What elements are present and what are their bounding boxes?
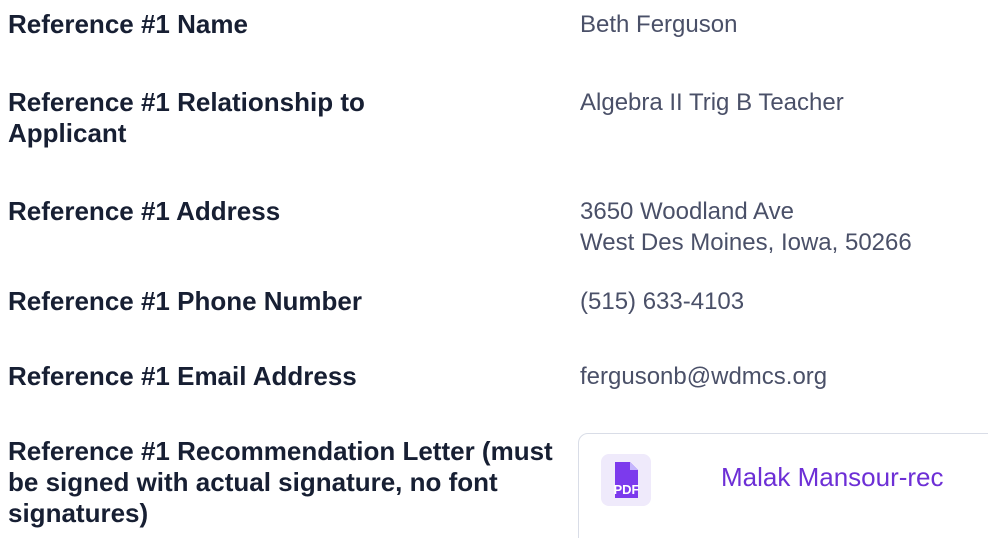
address-line-1: 3650 Woodland Ave <box>580 198 794 225</box>
field-value: (515) 633-4103 <box>580 288 745 315</box>
field-label: Reference #1 Recommendation Letter (must… <box>8 436 553 528</box>
field-value: 3650 Woodland Ave West Des Moines, Iowa,… <box>580 196 912 258</box>
field-label: Reference #1 Name <box>8 9 248 39</box>
field-label: Reference #1 Phone Number <box>8 286 363 316</box>
address-line-2: West Des Moines, Iowa, 50266 <box>580 229 912 256</box>
field-label: Reference #1 Address <box>8 196 281 226</box>
field-value: Beth Ferguson <box>580 11 738 38</box>
pdf-label: PDF <box>614 482 640 497</box>
attachment-file-name[interactable]: Malak Mansour-rec <box>721 462 944 493</box>
field-value: fergusonb@wdmcs.org <box>580 363 828 390</box>
pdf-file-icon-svg: PDF <box>614 462 640 498</box>
field-label: Reference #1 Relationship to Applicant <box>8 87 365 148</box>
pdf-file-icon: PDF <box>601 454 651 506</box>
attachment-card[interactable]: PDF Malak Mansour-rec <box>578 433 988 538</box>
field-value: Algebra II Trig B Teacher <box>580 89 844 116</box>
reference-details: Reference #1 Name Beth Ferguson Referenc… <box>0 0 988 538</box>
field-label: Reference #1 Email Address <box>8 361 357 391</box>
